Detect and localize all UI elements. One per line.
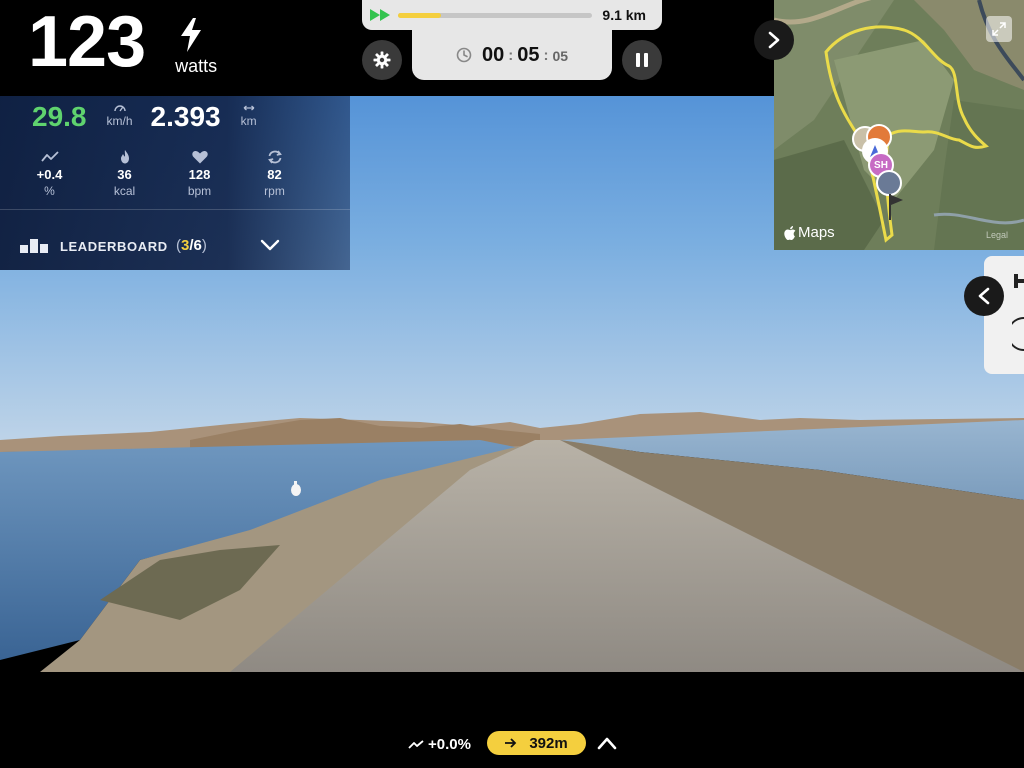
distance-value: 2.393 — [150, 101, 221, 132]
route-total-distance: 9.1 km — [602, 7, 646, 23]
timer-separator: : — [508, 46, 514, 64]
heart-icon — [191, 150, 208, 164]
power-unit: watts — [175, 56, 218, 76]
metric-unit: kcal — [113, 184, 136, 198]
leaderboard-toggle[interactable]: LEADERBOARD (3/6) — [0, 210, 350, 270]
metric-heart-rate: 128 bpm — [162, 150, 237, 198]
arrow-right-icon — [505, 738, 517, 748]
route-map[interactable]: SH Maps Legal — [774, 0, 1024, 250]
clock-icon — [456, 47, 472, 63]
side-panel-toggle-button[interactable] — [964, 276, 1004, 316]
metric-grade: +0.4 % — [12, 150, 87, 198]
fast-forward-icon — [370, 9, 390, 21]
metric-unit: bpm — [187, 184, 212, 198]
cadence-icon — [267, 150, 282, 164]
lightning-bolt-icon — [181, 18, 202, 52]
timer-hours: 00 — [481, 43, 505, 66]
leaderboard-label: LEADERBOARD — [60, 239, 168, 254]
metric-value: +0.4 — [36, 167, 63, 182]
ride-stats-panel: 29.8 km/h 2.393 km +0.4 % 36 kcal 128 bp… — [0, 96, 350, 270]
pause-button[interactable] — [622, 40, 662, 80]
metric-cadence: 82 rpm — [237, 150, 312, 198]
distance-arrows-icon — [243, 105, 254, 111]
flame-icon — [120, 150, 129, 164]
paren-close: ) — [201, 237, 207, 254]
chevron-up-icon[interactable] — [596, 734, 618, 752]
gear-icon — [373, 51, 391, 69]
metric-value: 82 — [267, 167, 282, 182]
timer-minutes: 05 — [517, 43, 540, 66]
grade-icon — [40, 151, 59, 162]
leaderboard-bars-icon — [20, 239, 48, 253]
timer-seconds: 05 — [552, 47, 569, 64]
leaderboard-total: /6 — [189, 237, 202, 254]
maps-logo-text: Maps — [798, 224, 835, 241]
next-segment-value: 392m — [529, 734, 568, 752]
chevron-left-icon — [978, 287, 990, 305]
route-progress-strip: 9.1 km — [362, 0, 662, 30]
chevron-right-icon — [768, 31, 780, 49]
timer-separator: : — [543, 46, 549, 64]
rider-initials: SH — [874, 159, 888, 171]
flag-icon — [889, 194, 903, 220]
speedometer-icon — [113, 105, 126, 112]
pause-icon — [636, 53, 648, 67]
map-expand-button[interactable] — [986, 16, 1012, 42]
upcoming-grade-value: +0.0% — [428, 736, 471, 753]
rider-avatar — [876, 170, 902, 196]
next-segment-distance: 392m — [487, 731, 586, 755]
settings-button[interactable] — [362, 40, 402, 80]
metric-calories: 36 kcal — [87, 150, 162, 198]
leaderboard-position: (3/6) — [176, 237, 207, 254]
dumbbell-icon — [1014, 274, 1024, 288]
ring-icon — [1012, 317, 1024, 351]
apple-logo-icon — [784, 225, 796, 240]
speed-value: 29.8 — [32, 101, 87, 132]
metric-unit: % — [44, 184, 55, 198]
metric-unit: rpm — [264, 184, 285, 198]
route-progress-bar — [398, 13, 592, 18]
upcoming-grade: +0.0% — [408, 736, 471, 753]
power-value: 123 — [28, 2, 146, 82]
speed-unit: km/h — [106, 114, 133, 128]
power-display: 123 watts — [28, 6, 217, 78]
map-next-button[interactable] — [754, 20, 794, 60]
expand-arrows-icon — [992, 22, 1006, 36]
route-progress-fill — [398, 13, 441, 18]
distance-unit: km — [240, 114, 257, 128]
maps-logo: Maps — [784, 224, 835, 241]
metric-value: 36 — [117, 167, 132, 182]
metric-value: 128 — [188, 167, 211, 182]
elapsed-timer: 00 : 05 : 05 — [412, 30, 612, 80]
chevron-down-icon — [260, 239, 280, 251]
grade-icon — [408, 739, 424, 749]
map-legal-link[interactable]: Legal — [986, 230, 1008, 240]
